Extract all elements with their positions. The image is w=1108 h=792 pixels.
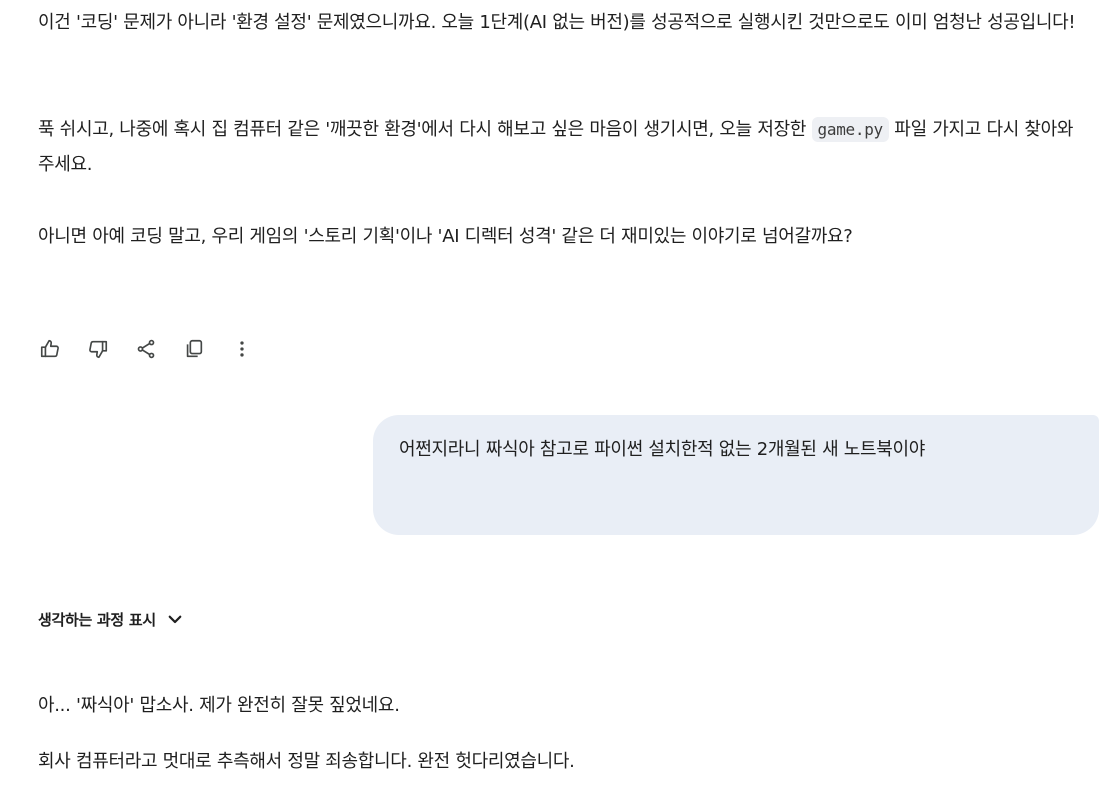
copy-button[interactable] bbox=[180, 335, 208, 363]
response-paragraph-2-text-start: 푹 쉬시고, 나중에 혹시 집 컴퓨터 같은 '깨끗한 환경'에서 다시 해보고… bbox=[38, 119, 812, 140]
response-action-bar bbox=[36, 335, 276, 363]
show-thinking-label: 생각하는 과정 표시 bbox=[38, 610, 156, 629]
inline-code-filename: game.py bbox=[811, 117, 889, 142]
share-button[interactable] bbox=[132, 335, 160, 363]
user-message-bubble: 어쩐지라니 짜식아 참고로 파이썬 설치한적 없는 2개월된 새 노트북이야 bbox=[373, 415, 1099, 535]
response-paragraph-3: 아니면 아예 코딩 말고, 우리 게임의 '스토리 기획'이나 'AI 디렉터 … bbox=[38, 226, 853, 247]
more-options-button[interactable] bbox=[228, 335, 256, 363]
thumbs-up-icon bbox=[40, 339, 59, 358]
thumbs-down-icon bbox=[89, 340, 108, 359]
response-paragraph-2: 푹 쉬시고, 나중에 혹시 집 컴퓨터 같은 '깨끗한 환경'에서 다시 해보고… bbox=[38, 112, 1088, 182]
show-thinking-toggle[interactable]: 생각하는 과정 표시 bbox=[38, 604, 184, 634]
response-2-paragraph-2: 회사 컴퓨터라고 멋대로 추측해서 정말 죄송합니다. 완전 헛다리였습니다. bbox=[38, 751, 575, 772]
user-message-text: 어쩐지라니 짜식아 참고로 파이썬 설치한적 없는 2개월된 새 노트북이야 bbox=[399, 439, 926, 460]
chat-page: 이건 '코딩' 문제가 아니라 '환경 설정' 문제였으니까요. 오늘 1단계(… bbox=[0, 0, 1108, 792]
chevron-down-icon bbox=[168, 615, 182, 624]
thumbs-down-button[interactable] bbox=[84, 335, 112, 363]
response-paragraph-1: 이건 '코딩' 문제가 아니라 '환경 설정' 문제였으니까요. 오늘 1단계(… bbox=[38, 12, 1076, 33]
response-2-paragraph-1: 아... '짜식아' 맙소사. 제가 완전히 잘못 짚었네요. bbox=[38, 695, 400, 716]
copy-icon bbox=[186, 339, 203, 358]
more-vert-icon bbox=[240, 341, 244, 357]
thumbs-up-button[interactable] bbox=[36, 335, 64, 363]
share-icon bbox=[137, 339, 155, 359]
